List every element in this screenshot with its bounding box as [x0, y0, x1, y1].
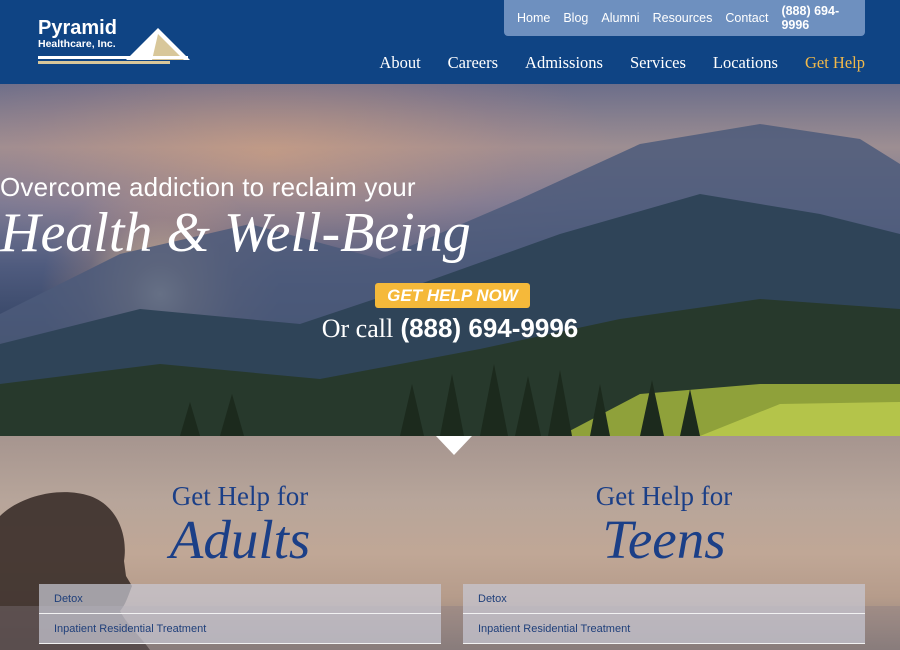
nav-get-help[interactable]: Get Help [805, 53, 865, 73]
adults-service-list: Detox Inpatient Residential Treatment [39, 584, 441, 644]
teens-title-top: Get Help for [595, 481, 733, 511]
nav-services[interactable]: Services [630, 53, 686, 73]
adults-detox-link[interactable]: Detox [39, 584, 441, 614]
adults-inpatient-link[interactable]: Inpatient Residential Treatment [39, 614, 441, 644]
utility-home-link[interactable]: Home [517, 11, 550, 25]
main-nav: About Careers Admissions Services Locati… [352, 53, 865, 73]
pyramid-logo[interactable]: Pyramid Healthcare, Inc. [38, 18, 198, 68]
pyramid-mark-icon [38, 28, 190, 64]
call-prefix: Or call [321, 314, 394, 343]
call-phone-link[interactable]: (888) 694-9996 [400, 313, 578, 343]
adults-title[interactable]: Adults [39, 509, 441, 571]
site-header: Pyramid Healthcare, Inc. Home Blog Alumn… [0, 0, 900, 84]
teens-inpatient-link[interactable]: Inpatient Residential Treatment [463, 614, 865, 644]
get-help-now-button[interactable]: GET HELP NOW [375, 283, 530, 308]
teens-service-list: Detox Inpatient Residential Treatment [463, 584, 865, 644]
help-options-section: Get Help for Adults Detox Inpatient Resi… [0, 436, 900, 650]
utility-phone-link[interactable]: (888) 694-9996 [781, 4, 848, 32]
utility-nav: Home Blog Alumni Resources Contact (888)… [504, 0, 865, 36]
adults-title-top: Get Help for [171, 481, 309, 511]
utility-blog-link[interactable]: Blog [563, 11, 588, 25]
utility-resources-link[interactable]: Resources [653, 11, 713, 25]
teens-detox-link[interactable]: Detox [463, 584, 865, 614]
hero-subheading: Overcome addiction to reclaim your [0, 172, 416, 202]
nav-about[interactable]: About [379, 53, 420, 73]
nav-careers[interactable]: Careers [448, 53, 498, 73]
nav-locations[interactable]: Locations [713, 53, 778, 73]
hero-banner: Overcome addiction to reclaim your Healt… [0, 84, 900, 436]
hero-heading: Health & Well-Being [0, 202, 471, 264]
utility-alumni-link[interactable]: Alumni [601, 11, 639, 25]
call-line: Or call (888) 694-9996 [0, 313, 900, 344]
utility-contact-link[interactable]: Contact [725, 11, 768, 25]
section-pointer [436, 436, 472, 455]
teens-title[interactable]: Teens [463, 509, 865, 571]
nav-admissions[interactable]: Admissions [525, 53, 603, 73]
